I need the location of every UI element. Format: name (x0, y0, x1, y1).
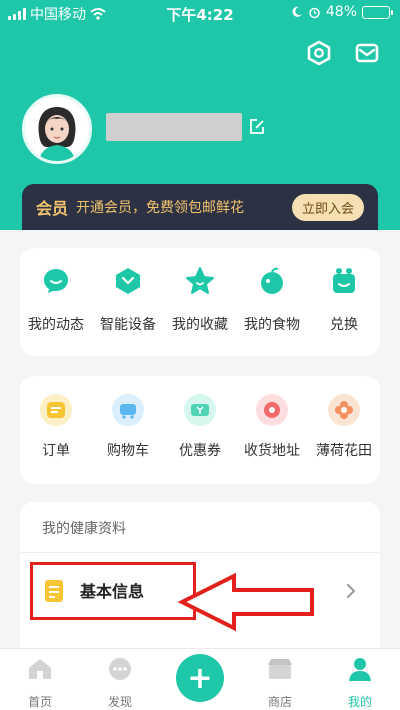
flower-icon (328, 394, 360, 426)
home-icon (29, 659, 51, 679)
grid-item-food[interactable]: 我的食物 (237, 266, 307, 334)
annotation-arrow (178, 572, 314, 632)
edit-icon[interactable] (248, 118, 266, 136)
profile-icon (349, 658, 371, 681)
grid-item-devices[interactable]: 智能设备 (93, 266, 163, 334)
store-icon (268, 659, 292, 679)
bottom-tab-bar: 首页 发现 + 商店 我的 (0, 648, 400, 710)
function-card: 我的动态 智能设备 我的收藏 我的食物 兑换 (20, 248, 380, 356)
chat-bubble-icon (44, 269, 68, 293)
tab-label: 首页 (27, 695, 52, 709)
tab-discover[interactable]: 发现 (90, 657, 150, 710)
grid-item-mint-garden[interactable]: 薄荷花田 (309, 394, 379, 460)
document-icon (45, 580, 63, 602)
vip-text: 开通会员，免费领包邮鲜花 (76, 200, 245, 216)
grid-label: 我的动态 (28, 317, 84, 333)
vip-label: 会员 (36, 199, 69, 218)
profile-header: 中国移动 下午4:22 48% 会员 开通会员，免费领包邮鲜花 立即入会 (0, 0, 400, 230)
grid-label: 兑换 (330, 317, 358, 333)
grid-label: 订单 (42, 443, 70, 459)
shopping-card: 订单 购物车 优惠券 收货地址 薄荷花田 (20, 376, 380, 484)
order-icon (40, 394, 72, 426)
battery-percent: 48% (325, 4, 357, 20)
divider (20, 552, 380, 553)
star-icon (186, 267, 214, 294)
cart-icon (112, 394, 144, 426)
grid-item-orders[interactable]: 订单 (21, 394, 91, 460)
grid-label: 智能设备 (100, 317, 156, 333)
grid-item-moments[interactable]: 我的动态 (21, 266, 91, 334)
grid-label: 我的收藏 (172, 317, 228, 333)
add-button[interactable]: + (176, 654, 224, 702)
avatar[interactable] (22, 94, 92, 164)
username-redacted (106, 113, 242, 141)
envelope-icon[interactable] (354, 40, 380, 66)
grid-item-cart[interactable]: 购物车 (93, 394, 163, 460)
hexagon-settings-icon[interactable] (306, 40, 332, 66)
tab-label: 发现 (107, 695, 132, 709)
grid-label: 我的食物 (244, 317, 300, 333)
device-icon (116, 268, 140, 294)
avatar-illustration (25, 97, 89, 161)
join-vip-button[interactable]: 立即入会 (291, 193, 364, 221)
gift-icon (333, 268, 355, 293)
grid-item-favorites[interactable]: 我的收藏 (165, 266, 235, 334)
tab-store[interactable]: 商店 (250, 657, 310, 710)
moon-icon (292, 6, 302, 17)
tab-mine[interactable]: 我的 (330, 657, 390, 710)
grid-label: 薄荷花田 (316, 443, 372, 459)
tab-label: 我的 (347, 695, 372, 709)
basic-info-label: 基本信息 (80, 582, 145, 601)
battery-icon (362, 5, 393, 19)
status-bar: 中国移动 下午4:22 48% (0, 0, 400, 26)
grid-label: 收货地址 (244, 443, 300, 459)
discover-icon (109, 658, 131, 680)
vip-banner[interactable]: 会员 开通会员，免费领包邮鲜花 立即入会 (22, 184, 378, 230)
alarm-icon (309, 7, 320, 18)
tab-home[interactable]: 首页 (10, 657, 70, 710)
tab-label: 商店 (267, 695, 292, 709)
health-section-title: 我的健康资料 (42, 521, 126, 537)
grid-label: 优惠券 (179, 443, 221, 459)
grid-item-coupons[interactable]: 优惠券 (165, 394, 235, 460)
coupon-icon (184, 394, 216, 426)
location-icon (256, 394, 288, 426)
apple-icon (261, 267, 283, 294)
grid-item-exchange[interactable]: 兑换 (309, 266, 379, 334)
grid-label: 购物车 (107, 443, 149, 459)
chevron-right-icon (347, 584, 356, 598)
grid-item-address[interactable]: 收货地址 (237, 394, 307, 460)
